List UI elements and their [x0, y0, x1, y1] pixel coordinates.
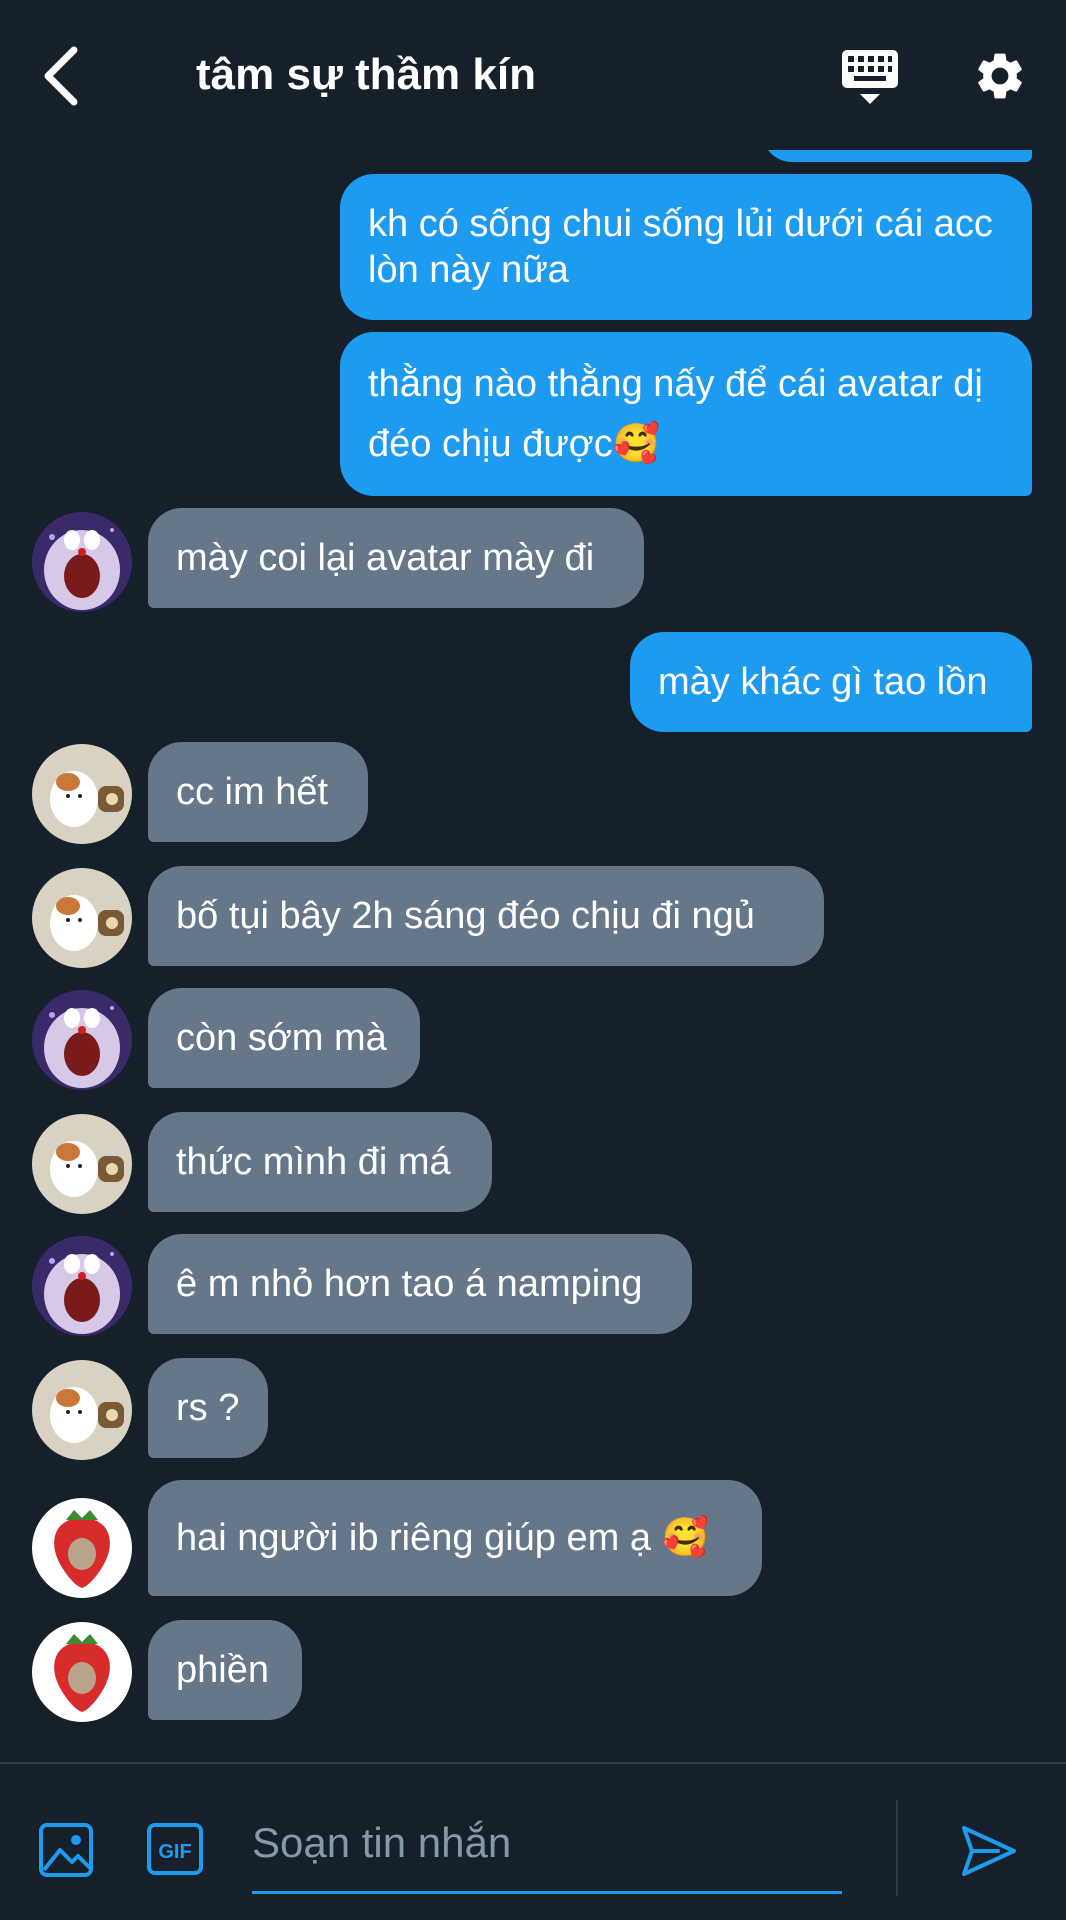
- chevron-left-icon: [44, 46, 78, 106]
- message-bubble-incoming[interactable]: bố tụi bây 2h sáng đéo chịu đi ngủ: [148, 866, 824, 966]
- message-bubble-incoming[interactable]: phiền: [148, 1620, 302, 1720]
- message-bubble-incoming[interactable]: ê m nhỏ hơn tao á namping: [148, 1234, 692, 1334]
- avatar-doraemon[interactable]: [32, 512, 132, 612]
- attach-image-button[interactable]: [38, 1822, 94, 1878]
- hamster-avatar-image: [32, 1114, 132, 1214]
- gear-icon: [978, 53, 1022, 99]
- hamster-avatar-image: [32, 1360, 132, 1460]
- back-button[interactable]: [38, 44, 88, 108]
- message-bubble-incoming[interactable]: hai người ib riêng giúp em ạ 🥰: [148, 1480, 762, 1596]
- chat-screen: tâm sự thầm kín kh có sống chui sống lủi…: [0, 0, 1066, 1920]
- message-bubble-incoming[interactable]: rs ?: [148, 1358, 268, 1458]
- avatar-hamster[interactable]: [32, 868, 132, 968]
- message-text: còn sớm mà: [176, 1017, 387, 1059]
- keyboard-icon: [842, 50, 898, 104]
- hamster-avatar-image: [32, 744, 132, 844]
- message-text: ê m nhỏ hơn tao á namping: [176, 1263, 643, 1305]
- message-text: mày coi lại avatar mày đi: [176, 537, 595, 579]
- message-bubble-outgoing[interactable]: mày khác gì tao lồn: [630, 632, 1032, 732]
- message-input[interactable]: [252, 1798, 842, 1888]
- avatar-doraemon[interactable]: [32, 990, 132, 1090]
- image-icon: [39, 1823, 93, 1877]
- strawberry-avatar-image: [32, 1622, 132, 1722]
- message-text: cc im hết: [176, 771, 329, 813]
- message-bubble-incoming[interactable]: còn sớm mà: [148, 988, 420, 1088]
- hamster-avatar-image: [32, 868, 132, 968]
- message-text: thức mình đi má: [176, 1141, 451, 1183]
- message-text: rs ?: [176, 1387, 240, 1429]
- conversation-title: tâm sự thầm kín: [196, 50, 536, 99]
- message-bubble-incoming[interactable]: mày coi lại avatar mày đi: [148, 508, 644, 608]
- gif-label: GIF: [158, 1841, 191, 1863]
- message-bubble-incoming[interactable]: cc im hết: [148, 742, 368, 842]
- doraemon-avatar-image: [32, 990, 132, 1090]
- doraemon-avatar-image: [32, 512, 132, 612]
- chat-header: tâm sự thầm kín: [0, 0, 1066, 150]
- message-text: thằng nào thằng nấy để cái avatar dị đéo…: [368, 363, 983, 465]
- avatar-doraemon[interactable]: [32, 1236, 132, 1336]
- avatar-strawberry[interactable]: [32, 1622, 132, 1722]
- settings-button[interactable]: [972, 48, 1028, 104]
- gif-button[interactable]: GIF: [146, 1822, 204, 1876]
- avatar-hamster[interactable]: [32, 1114, 132, 1214]
- message-text: phiền: [176, 1649, 269, 1691]
- keyboard-toggle-button[interactable]: [838, 46, 902, 110]
- message-bubble-outgoing[interactable]: thằng nào thằng nấy để cái avatar dị đéo…: [340, 332, 1032, 496]
- gif-icon: GIF: [147, 1823, 203, 1875]
- send-icon: [962, 1826, 1016, 1876]
- doraemon-avatar-image: [32, 1236, 132, 1336]
- avatar-hamster[interactable]: [32, 1360, 132, 1460]
- message-input-container: [252, 1798, 842, 1894]
- composer-divider: [896, 1800, 898, 1896]
- partial-message-bubble: [762, 150, 1032, 162]
- message-text: hai người ib riêng giúp em ạ 🥰: [176, 1517, 709, 1559]
- message-text: mày khác gì tao lồn: [658, 661, 988, 703]
- message-bubble-incoming[interactable]: thức mình đi má: [148, 1112, 492, 1212]
- message-text: kh có sống chui sống lủi dưới cái acc lò…: [368, 203, 993, 291]
- avatar-hamster[interactable]: [32, 744, 132, 844]
- strawberry-avatar-image: [32, 1498, 132, 1598]
- message-text: bố tụi bây 2h sáng đéo chịu đi ngủ: [176, 895, 755, 937]
- send-button[interactable]: [958, 1820, 1020, 1882]
- message-list[interactable]: kh có sống chui sống lủi dưới cái acc lò…: [0, 150, 1066, 1762]
- message-bubble-outgoing[interactable]: kh có sống chui sống lủi dưới cái acc lò…: [340, 174, 1032, 320]
- message-composer: GIF: [0, 1762, 1066, 1920]
- avatar-strawberry[interactable]: [32, 1498, 132, 1598]
